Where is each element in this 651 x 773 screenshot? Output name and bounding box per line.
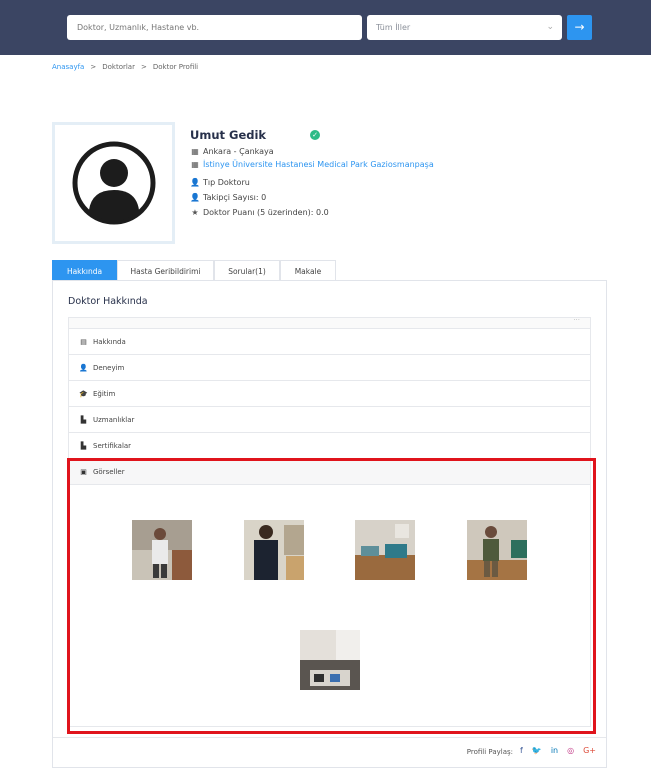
doctor-followers: Takipçi Sayısı: 0 [203, 193, 267, 202]
breadcrumb-separator: > [90, 63, 97, 71]
followers-line: 👤 Takipçi Sayısı: 0 [190, 193, 266, 202]
breadcrumb-doctors-link[interactable]: Doktorlar [102, 63, 135, 71]
tab-about[interactable]: Hakkında [52, 260, 117, 281]
location-line: ▦ Ankara - Çankaya [190, 147, 274, 156]
user-tie-icon: ▙ [80, 415, 87, 424]
profile-tabs: Hakkında Hasta Geribildirimi Sorular(1) … [52, 260, 336, 281]
tab-articles[interactable]: Makale [280, 260, 336, 281]
verified-icon: ✓ [310, 130, 320, 140]
star-icon: ★ [191, 208, 199, 217]
id-card-icon: ▤ [80, 337, 87, 346]
city-select-value: Tüm İller [376, 23, 411, 32]
user-icon: 👤 [79, 363, 88, 372]
accordion-item-label: Uzmanlıklar [93, 415, 135, 424]
share-label: Profili Paylaş: [466, 748, 513, 756]
breadcrumb-current: Doktor Profili [152, 63, 199, 71]
doctor-location: Ankara - Çankaya [203, 147, 274, 156]
accordion-item-about[interactable]: ▤ Hakkında [69, 329, 590, 355]
share-bar: Profili Paylaş: f 🐦 in ◎ G+ [53, 737, 606, 767]
certificate-icon: ▙ [80, 441, 87, 450]
arrow-right-icon: → [574, 20, 585, 34]
breadcrumb-separator: > [140, 63, 147, 71]
doctor-hospital-link[interactable]: İstinye Üniversite Hastanesi Medical Par… [203, 160, 434, 169]
breadcrumb: Anasayfa > Doktorlar > Doktor Profili [52, 63, 198, 71]
accordion-item-education[interactable]: 🎓 Eğitim [69, 381, 590, 407]
highlight-box [67, 458, 596, 734]
doctor-photo [52, 122, 175, 244]
doctor-title: Tıp Doktoru [203, 178, 250, 187]
building-icon: ▦ [191, 147, 199, 156]
accordion-item-label: Hakkında [93, 337, 126, 346]
tab-patient-feedback[interactable]: Hasta Geribildirimi [117, 260, 214, 281]
top-search-bar: Tüm İller ⌄ → [0, 0, 651, 55]
accordion-item-certificates[interactable]: ▙ Sertifikalar [69, 433, 590, 459]
doctor-rating: Doktor Puanı (5 üzerinden): 0.0 [203, 208, 329, 217]
search-input[interactable] [67, 15, 362, 40]
title-line: 👤 Tıp Doktoru [190, 178, 250, 187]
facebook-icon[interactable]: f [520, 746, 523, 755]
accordion-item-label: Deneyim [93, 363, 125, 372]
doctor-name: Umut Gedik [190, 128, 267, 142]
user-plus-icon: 👤 [190, 193, 200, 202]
google-plus-icon[interactable]: G+ [583, 746, 596, 755]
panel-title: Doktor Hakkında [68, 296, 148, 307]
linkedin-icon[interactable]: in [551, 746, 558, 755]
hospital-line: ▦ İstinye Üniversite Hastanesi Medical P… [190, 160, 434, 169]
city-select[interactable]: Tüm İller ⌄ [367, 15, 562, 40]
accordion-item-specialties[interactable]: ▙ Uzmanlıklar [69, 407, 590, 433]
user-icon: 👤 [190, 178, 200, 187]
breadcrumb-home-link[interactable]: Anasayfa [52, 63, 84, 71]
graduation-cap-icon: 🎓 [79, 389, 88, 398]
user-avatar-icon [72, 141, 156, 225]
search-button[interactable]: → [567, 15, 592, 40]
more-icon: ··· [573, 316, 580, 324]
tab-questions[interactable]: Sorular(1) [214, 260, 280, 281]
accordion-item-experience[interactable]: 👤 Deneyim [69, 355, 590, 381]
twitter-icon[interactable]: 🐦 [532, 746, 542, 755]
share-icons: f 🐦 in ◎ G+ [520, 746, 596, 755]
instagram-icon[interactable]: ◎ [567, 746, 574, 755]
chevron-down-icon: ⌄ [546, 22, 554, 32]
hospital-icon: ▦ [191, 160, 199, 169]
accordion-header: ··· [69, 316, 590, 329]
accordion-item-label: Sertifikalar [93, 441, 132, 450]
rating-line: ★ Doktor Puanı (5 üzerinden): 0.0 [190, 208, 329, 217]
accordion-item-label: Eğitim [93, 389, 116, 398]
